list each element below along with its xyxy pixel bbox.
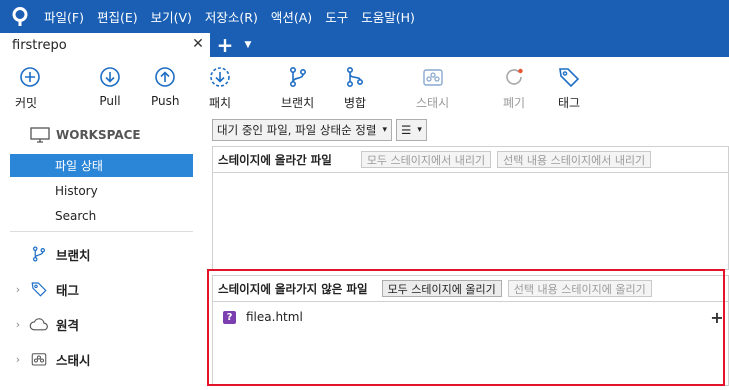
push-label: Push bbox=[151, 94, 180, 108]
chevron-right-icon[interactable]: › bbox=[10, 318, 26, 331]
sidebar-group-label: 브랜치 bbox=[56, 247, 91, 263]
menu-view[interactable]: 보기(V) bbox=[151, 7, 192, 26]
stash-icon bbox=[422, 69, 443, 86]
sidebar-group-tags[interactable]: › 태그 bbox=[10, 277, 79, 301]
sidebar-group-remotes[interactable]: › 원격 bbox=[10, 312, 79, 336]
sidebar-item-label: 파일 상태 bbox=[55, 159, 103, 173]
discard-label: 폐기 bbox=[502, 96, 526, 110]
discard-icon bbox=[506, 68, 523, 85]
toolbar: 커밋 Pull Push 패치 브랜치 병합 스태시 폐기 태그 bbox=[0, 57, 729, 117]
fetch-label: 패치 bbox=[208, 96, 232, 110]
stage-file-plus-icon[interactable]: + bbox=[709, 308, 725, 327]
tab-firstrepo[interactable]: firstrepo ✕ bbox=[0, 33, 210, 57]
stash-button[interactable]: 스태시 bbox=[416, 65, 449, 111]
close-icon[interactable]: ✕ bbox=[190, 36, 206, 52]
discard-button[interactable]: 폐기 bbox=[502, 65, 526, 111]
stash-icon bbox=[28, 349, 50, 369]
tag-label: 태그 bbox=[557, 96, 581, 110]
pull-label: Pull bbox=[99, 94, 121, 108]
arrow-down-circle-icon bbox=[100, 67, 120, 87]
branch-button[interactable]: 브랜치 bbox=[281, 65, 314, 111]
sidebar-group-label: 스태시 bbox=[56, 352, 91, 368]
file-name: filea.html bbox=[246, 310, 303, 324]
branch-icon bbox=[289, 66, 306, 87]
filter-bar: 대기 중인 파일, 파일 상태순 정렬 ▾ ☰ ▾ bbox=[212, 119, 427, 141]
tag-icon bbox=[559, 68, 580, 88]
add-tab-icon[interactable]: + bbox=[212, 33, 238, 57]
sidebar-item-label: History bbox=[55, 183, 98, 198]
workspace-label: WORKSPACE bbox=[56, 128, 141, 142]
chevron-down-icon: ▾ bbox=[417, 125, 422, 135]
unstaged-files-panel: 스테이지에 올라가지 않은 파일 모두 스테이지에 올리기 선택 내용 스테이지… bbox=[212, 275, 729, 386]
fetch-button[interactable]: 패치 bbox=[208, 65, 232, 111]
sourcetree-logo-icon bbox=[10, 6, 30, 27]
sidebar-group-label: 원격 bbox=[56, 317, 80, 333]
chevron-down-icon: ▾ bbox=[382, 125, 388, 135]
menu-edit[interactable]: 편집(E) bbox=[97, 7, 138, 26]
monitor-icon bbox=[30, 127, 50, 143]
list-icon: ☰ bbox=[401, 123, 412, 137]
staged-files-panel: 스테이지에 올라간 파일 모두 스테이지에서 내리기 선택 내용 스테이지에서 … bbox=[212, 146, 729, 270]
commit-label: 커밋 bbox=[14, 96, 38, 110]
sidebar-group-branches[interactable]: 브랜치 bbox=[10, 242, 91, 266]
tag-button[interactable]: 태그 bbox=[557, 65, 581, 111]
menu-help[interactable]: 도움말(H) bbox=[361, 7, 415, 26]
pull-button[interactable]: Pull bbox=[98, 65, 122, 108]
sidebar-item-history[interactable]: History bbox=[10, 179, 193, 202]
merge-icon bbox=[347, 66, 364, 87]
cloud-icon bbox=[28, 314, 50, 334]
fetch-icon bbox=[210, 67, 230, 87]
tag-icon bbox=[28, 279, 50, 299]
commit-plus-icon bbox=[20, 67, 40, 87]
menu-repository[interactable]: 저장소(R) bbox=[205, 7, 258, 26]
stash-label: 스태시 bbox=[416, 96, 450, 110]
unstaged-files-header: 스테이지에 올라가지 않은 파일 모두 스테이지에 올리기 선택 내용 스테이지… bbox=[213, 276, 728, 302]
unstage-selected-button[interactable]: 선택 내용 스테이지에서 내리기 bbox=[497, 151, 652, 168]
menu-actions[interactable]: 액션(A) bbox=[271, 7, 312, 26]
stage-selected-button[interactable]: 선택 내용 스테이지에 올리기 bbox=[507, 280, 652, 297]
sidebar-group-stashes[interactable]: › 스태시 bbox=[10, 347, 91, 371]
menu-tools[interactable]: 도구 bbox=[325, 7, 348, 26]
file-filter-value: 대기 중인 파일, 파일 상태순 정렬 bbox=[217, 123, 377, 137]
unstaged-files-title: 스테이지에 올라가지 않은 파일 bbox=[218, 281, 368, 296]
sidebar-divider bbox=[10, 231, 193, 232]
chevron-down-icon[interactable]: ▼ bbox=[238, 33, 258, 57]
untracked-status-icon: ? bbox=[223, 310, 236, 324]
menu-file[interactable]: 파일(F) bbox=[44, 7, 84, 26]
file-filter-dropdown[interactable]: 대기 중인 파일, 파일 상태순 정렬 ▾ bbox=[212, 119, 393, 141]
tab-bar: firstrepo ✕ + ▼ bbox=[0, 33, 729, 57]
chevron-right-icon[interactable]: › bbox=[10, 353, 26, 366]
branch-icon bbox=[28, 244, 50, 264]
sidebar-item-file-status[interactable]: 파일 상태 bbox=[10, 154, 193, 177]
arrow-up-circle-icon bbox=[155, 67, 176, 87]
file-row[interactable]: ? filea.html + bbox=[213, 305, 728, 329]
view-mode-dropdown[interactable]: ☰ ▾ bbox=[396, 119, 427, 141]
sidebar-group-label: 태그 bbox=[56, 282, 80, 298]
sidebar-item-search[interactable]: Search bbox=[10, 204, 193, 227]
staged-files-header: 스테이지에 올라간 파일 모두 스테이지에서 내리기 선택 내용 스테이지에서 … bbox=[213, 147, 728, 173]
chevron-right-icon[interactable]: › bbox=[10, 283, 26, 296]
staged-files-title: 스테이지에 올라간 파일 bbox=[218, 152, 332, 167]
commit-button[interactable]: 커밋 bbox=[14, 65, 42, 111]
tab-label: firstrepo bbox=[12, 37, 67, 53]
menu-bar: 파일(F) 편집(E) 보기(V) 저장소(R) 액션(A) 도구 도움말(H) bbox=[0, 0, 729, 33]
push-button[interactable]: Push bbox=[151, 65, 180, 108]
main-panel: 대기 중인 파일, 파일 상태순 정렬 ▾ ☰ ▾ 스테이지에 올라간 파일 모… bbox=[203, 117, 729, 390]
workspace-header: WORKSPACE bbox=[30, 127, 141, 143]
branch-label: 브랜치 bbox=[281, 96, 315, 110]
sidebar-item-label: Search bbox=[55, 208, 97, 223]
stage-all-button[interactable]: 모두 스테이지에 올리기 bbox=[381, 280, 502, 297]
sidebar: WORKSPACE 파일 상태 History Search 브랜치 › 태그 … bbox=[0, 117, 203, 390]
merge-button[interactable]: 병합 bbox=[343, 65, 367, 111]
merge-label: 병합 bbox=[343, 96, 367, 110]
unstage-all-button[interactable]: 모두 스테이지에서 내리기 bbox=[360, 151, 492, 168]
